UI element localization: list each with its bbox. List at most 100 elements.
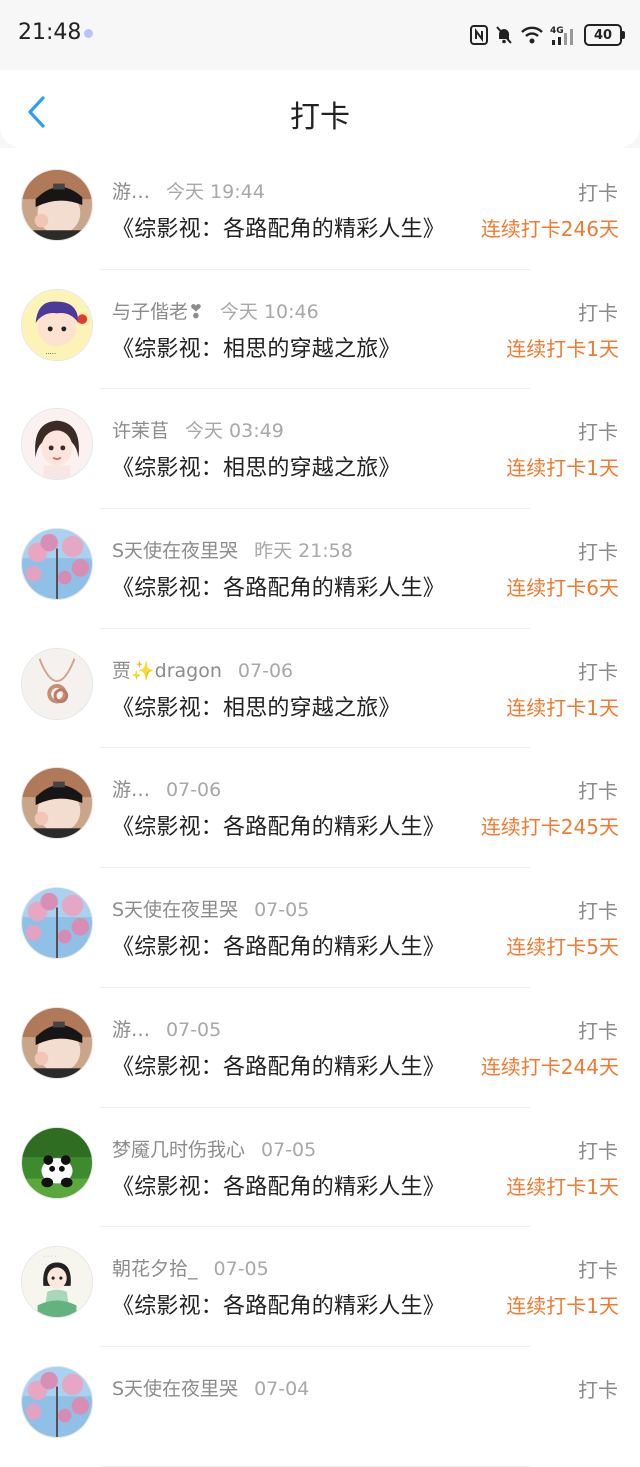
streak-label: 连续打卡1天 [506, 1174, 619, 1199]
header-bar: 打卡 [0, 70, 640, 148]
list-item[interactable]: 游… 07-06 打卡《综影视：各路配角的精彩人生》 连续打卡245天 [0, 748, 640, 869]
book-title[interactable]: 《综影视：相思的穿越之旅》 [112, 331, 401, 363]
avatar[interactable] [21, 647, 93, 720]
post-time: 07-06 [237, 659, 294, 682]
streak-label: 连续打卡1天 [506, 1294, 619, 1319]
list-item[interactable]: S天使在夜里哭 昨天 21:58 打卡《综影视：各路配角的精彩人生》 连续打卡6天 [0, 509, 640, 629]
avatar[interactable] [21, 1365, 93, 1438]
streak-label: 连续打卡1天 [506, 336, 619, 361]
book-title[interactable]: 《综影视：各路配角的精彩人生》 [112, 809, 445, 841]
streak-label: 连续打卡1天 [506, 695, 619, 720]
avatar[interactable] [21, 1126, 93, 1199]
checkin-tag: 打卡 [578, 659, 618, 684]
status-bar: 21:48 4G 40 [0, 0, 640, 70]
book-title[interactable]: 《综影视：各路配角的精彩人生》 [112, 929, 445, 961]
avatar[interactable] [21, 887, 93, 960]
streak-label: 连续打卡6天 [506, 576, 619, 601]
item-meta: S天使在夜里哭 07-04 [112, 1374, 309, 1401]
checkin-tag: 打卡 [578, 899, 618, 924]
item-meta: 与子偕老❣ 今天 10:46 [112, 297, 319, 324]
checkin-tag: 打卡 [578, 300, 618, 325]
book-title[interactable]: 《综影视：相思的穿越之旅》 [112, 690, 401, 722]
list-item[interactable]: S天使在夜里哭 07-04 打卡 [0, 1347, 640, 1467]
book-title[interactable]: 《综影视：各路配角的精彩人生》 [112, 211, 445, 243]
page-title: 打卡 [290, 100, 350, 135]
wifi-icon [521, 26, 543, 44]
item-meta: S天使在夜里哭 昨天 21:58 [112, 536, 353, 563]
streak-label: 连续打卡246天 [480, 217, 619, 241]
user-name[interactable]: 梦魇几时伤我心 [112, 1139, 245, 1161]
streak-label: 连续打卡5天 [506, 935, 619, 960]
status-time: 21:48 [18, 20, 82, 45]
checkin-tag: 打卡 [578, 779, 618, 804]
item-meta: 贾✨dragon 07-06 [112, 656, 293, 683]
svg-text:·····: ····· [45, 350, 56, 358]
user-name[interactable]: S天使在夜里哭 [112, 1378, 238, 1400]
avatar[interactable]: · · · · [21, 1246, 93, 1319]
list-item[interactable]: 梦魇几时伤我心 07-05 打卡《综影视：各路配角的精彩人生》 连续打卡1天 [0, 1108, 640, 1228]
streak-label: 连续打卡1天 [506, 456, 619, 481]
post-time: 今天 10:46 [219, 300, 319, 323]
post-time: 昨天 21:58 [254, 540, 353, 563]
user-name[interactable]: 游… [112, 1019, 150, 1041]
item-meta: S天使在夜里哭 07-05 [112, 895, 309, 922]
user-name[interactable]: 游… [112, 779, 150, 801]
battery-icon: 40 [584, 24, 625, 46]
book-title[interactable]: 《综影视：各路配角的精彩人生》 [112, 1169, 445, 1201]
avatar[interactable] [21, 408, 93, 481]
user-name[interactable]: 许茉苢 [112, 420, 169, 442]
item-meta: 朝花夕拾_ 07-05 [112, 1254, 269, 1281]
checkin-tag: 打卡 [578, 181, 618, 205]
list-item[interactable]: ····· 与子偕老❣ 今天 10:46 打卡《综影视：相思的穿越之旅》 连续打卡1天 [0, 270, 640, 390]
streak-label: 连续打卡245天 [480, 815, 619, 840]
list-item[interactable]: · · · · 朝花夕拾_ 07-05 打卡《综影视：各路配角的精彩人生》 连续打卡1天 [0, 1227, 640, 1347]
list-item[interactable]: 游… 07-05 打卡《综影视：各路配角的精彩人生》 连续打卡244天 [0, 988, 640, 1108]
post-time: 07-05 [254, 899, 310, 922]
post-time: 07-05 [166, 1018, 222, 1041]
avatar[interactable] [21, 1006, 93, 1079]
user-name[interactable]: S天使在夜里哭 [112, 540, 238, 562]
nfc-icon [470, 25, 488, 45]
list-item[interactable]: 贾✨dragon 07-06 打卡《综影视：相思的穿越之旅》 连续打卡1天 [0, 629, 640, 749]
checkin-tag: 打卡 [578, 1138, 618, 1163]
list-item[interactable]: 许茉苢 今天 03:49 打卡《综影视：相思的穿越之旅》 连续打卡1天 [0, 389, 640, 510]
user-name[interactable]: 游… [112, 181, 150, 203]
header-card: 打卡 [0, 70, 640, 148]
avatar[interactable] [21, 767, 93, 840]
list-item[interactable]: S天使在夜里哭 07-05 打卡《综影视：各路配角的精彩人生》 连续打卡5天 [0, 868, 640, 988]
checkin-list: 游… 今天 19:44 打卡 《综影视：各路配角的精彩人生》 连续打卡246天 ·····… [0, 150, 640, 1467]
post-time: 07-06 [166, 779, 222, 802]
status-icons: 4G 40 [470, 22, 625, 48]
post-time: 07-05 [213, 1258, 269, 1281]
user-name[interactable]: 与子偕老❣ [112, 301, 204, 323]
book-title[interactable]: 《综影视：各路配角的精彩人生》 [112, 1288, 445, 1320]
checkin-tag: 打卡 [578, 1258, 618, 1283]
item-meta: 许茉苢 今天 03:49 [112, 416, 284, 443]
user-name[interactable]: 贾✨dragon [112, 660, 222, 682]
svg-text:· · · ·: · · · · [43, 1255, 56, 1261]
book-title[interactable]: 《综影视：各路配角的精彩人生》 [112, 570, 445, 602]
list-item[interactable]: 游… 今天 19:44 打卡《综影视：各路配角的精彩人生》 连续打卡246天 [0, 150, 640, 270]
streak-label: 连续打卡244天 [480, 1054, 619, 1079]
item-meta: 游… 今天 19:44 [112, 177, 265, 204]
row-divider [100, 1465, 530, 1467]
signal-4g-icon: 4G [550, 26, 573, 45]
mute-bell-icon [496, 26, 512, 44]
book-title[interactable]: 《综影视：相思的穿越之旅》 [112, 450, 401, 482]
svg-text:4G: 4G [550, 26, 564, 36]
avatar[interactable] [21, 528, 93, 601]
avatar[interactable] [21, 169, 93, 241]
avatar[interactable]: ····· [21, 288, 93, 361]
checkin-tag: 打卡 [578, 1018, 618, 1043]
notification-dot-icon [84, 29, 93, 38]
post-time: 07-04 [254, 1377, 310, 1400]
book-title[interactable]: 《综影视：各路配角的精彩人生》 [112, 1049, 445, 1081]
checkin-tag: 打卡 [578, 1377, 618, 1402]
post-time: 07-05 [261, 1138, 317, 1161]
user-name[interactable]: S天使在夜里哭 [112, 899, 238, 921]
item-meta: 梦魇几时伤我心 07-05 [112, 1135, 316, 1162]
checkin-tag: 打卡 [578, 420, 618, 445]
user-name[interactable]: 朝花夕拾_ [112, 1258, 198, 1280]
post-time: 今天 03:49 [185, 420, 284, 443]
checkin-tag: 打卡 [578, 540, 618, 565]
